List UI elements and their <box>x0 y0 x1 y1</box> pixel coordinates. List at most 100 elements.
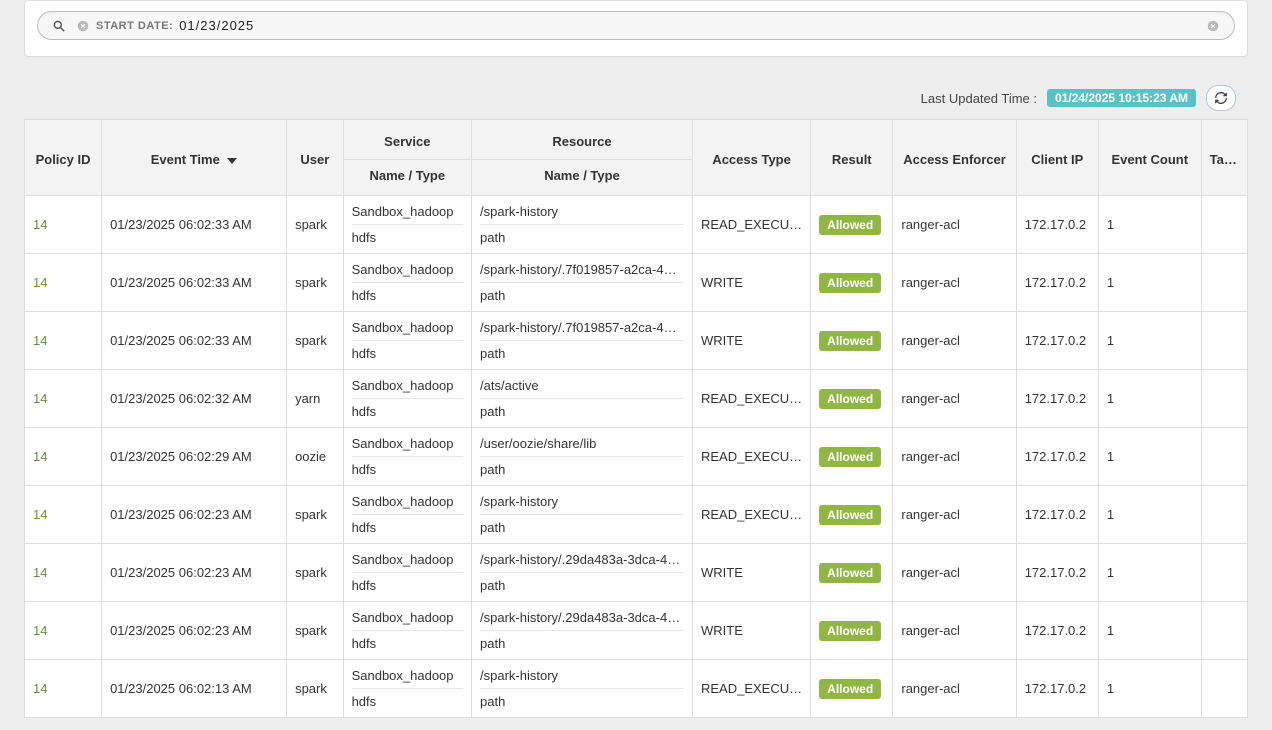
cell-user: spark <box>287 602 344 660</box>
result-badge: Allowed <box>819 331 881 351</box>
cell-tags <box>1201 660 1247 718</box>
cell-user: yarn <box>287 370 344 428</box>
resource-name: /spark-history/.7f019857-a2ca-4… <box>480 320 684 335</box>
cell-access-type: READ_EXECUTE <box>692 428 810 486</box>
col-event-count[interactable]: Event Count <box>1098 120 1201 196</box>
service-name: Sandbox_hadoop <box>352 668 463 683</box>
cell-user: spark <box>287 254 344 312</box>
cell-event-count: 1 <box>1098 196 1201 254</box>
cell-user: spark <box>287 196 344 254</box>
cell-result: Allowed <box>811 602 893 660</box>
chip-value: 01/23/2025 <box>179 18 254 33</box>
cell-event-time: 01/23/2025 06:02:13 AM <box>102 660 287 718</box>
cell-client-ip: 172.17.0.2 <box>1016 312 1098 370</box>
service-name: Sandbox_hadoop <box>352 262 463 277</box>
table-row[interactable]: 1401/23/2025 06:02:23 AMsparkSandbox_had… <box>25 486 1248 544</box>
service-name: Sandbox_hadoop <box>352 320 463 335</box>
cell-access-type: WRITE <box>692 602 810 660</box>
col-user[interactable]: User <box>287 120 344 196</box>
col-access-enforcer[interactable]: Access Enforcer <box>893 120 1016 196</box>
cell-enforcer: ranger-acl <box>893 660 1016 718</box>
col-tags[interactable]: Tags <box>1201 120 1247 196</box>
cell-policy-id: 14 <box>25 486 102 544</box>
table-row[interactable]: 1401/23/2025 06:02:23 AMsparkSandbox_had… <box>25 544 1248 602</box>
cell-service: Sandbox_hadoophdfs <box>343 602 471 660</box>
table-row[interactable]: 1401/23/2025 06:02:33 AMsparkSandbox_had… <box>25 196 1248 254</box>
resource-name: /spark-history/.7f019857-a2ca-4… <box>480 262 684 277</box>
policy-link[interactable]: 14 <box>33 449 47 464</box>
policy-link[interactable]: 14 <box>33 623 47 638</box>
cell-event-time: 01/23/2025 06:02:33 AM <box>102 312 287 370</box>
policy-link[interactable]: 14 <box>33 275 47 290</box>
filter-chip-start-date[interactable]: START DATE: 01/23/2025 <box>76 18 254 33</box>
table-row[interactable]: 1401/23/2025 06:02:33 AMsparkSandbox_had… <box>25 312 1248 370</box>
table-row[interactable]: 1401/23/2025 06:02:29 AMoozieSandbox_had… <box>25 428 1248 486</box>
result-badge: Allowed <box>819 505 881 525</box>
resource-type: path <box>480 456 684 477</box>
cell-resource: /spark-historypath <box>472 196 693 254</box>
policy-link[interactable]: 14 <box>33 217 47 232</box>
result-badge: Allowed <box>819 621 881 641</box>
cell-policy-id: 14 <box>25 312 102 370</box>
service-name: Sandbox_hadoop <box>352 552 463 567</box>
sort-desc-icon <box>227 158 237 164</box>
cell-policy-id: 14 <box>25 370 102 428</box>
col-client-ip[interactable]: Client IP <box>1016 120 1098 196</box>
cell-client-ip: 172.17.0.2 <box>1016 544 1098 602</box>
cell-event-count: 1 <box>1098 370 1201 428</box>
refresh-button[interactable] <box>1206 85 1236 111</box>
resource-type: path <box>480 282 684 303</box>
cell-event-count: 1 <box>1098 660 1201 718</box>
cell-enforcer: ranger-acl <box>893 428 1016 486</box>
cell-client-ip: 172.17.0.2 <box>1016 196 1098 254</box>
result-badge: Allowed <box>819 563 881 583</box>
policy-link[interactable]: 14 <box>33 565 47 580</box>
cell-access-type: READ_EXECUTE <box>692 486 810 544</box>
cell-enforcer: ranger-acl <box>893 312 1016 370</box>
filter-panel: START DATE: 01/23/2025 <box>24 0 1248 57</box>
cell-result: Allowed <box>811 486 893 544</box>
col-policy-id[interactable]: Policy ID <box>25 120 102 196</box>
policy-link[interactable]: 14 <box>33 681 47 696</box>
policy-link[interactable]: 14 <box>33 391 47 406</box>
resource-name: /spark-history <box>480 494 684 509</box>
col-access-type[interactable]: Access Type <box>692 120 810 196</box>
search-input[interactable]: START DATE: 01/23/2025 <box>37 11 1235 40</box>
cell-event-time: 01/23/2025 06:02:29 AM <box>102 428 287 486</box>
service-name: Sandbox_hadoop <box>352 610 463 625</box>
col-result[interactable]: Result <box>811 120 893 196</box>
cell-access-type: WRITE <box>692 544 810 602</box>
cell-result: Allowed <box>811 370 893 428</box>
cell-service: Sandbox_hadoophdfs <box>343 370 471 428</box>
cell-result: Allowed <box>811 196 893 254</box>
resource-type: path <box>480 340 684 361</box>
table-row[interactable]: 1401/23/2025 06:02:33 AMsparkSandbox_had… <box>25 254 1248 312</box>
clear-search-icon[interactable] <box>1206 19 1220 33</box>
cell-client-ip: 172.17.0.2 <box>1016 254 1098 312</box>
table-row[interactable]: 1401/23/2025 06:02:32 AMyarnSandbox_hado… <box>25 370 1248 428</box>
cell-client-ip: 172.17.0.2 <box>1016 602 1098 660</box>
table-row[interactable]: 1401/23/2025 06:02:23 AMsparkSandbox_had… <box>25 602 1248 660</box>
cell-tags <box>1201 428 1247 486</box>
cell-tags <box>1201 196 1247 254</box>
cell-event-count: 1 <box>1098 428 1201 486</box>
col-service-name-type[interactable]: Name / Type <box>343 160 471 196</box>
col-event-time[interactable]: Event Time <box>102 120 287 196</box>
col-resource-group: Resource <box>472 120 693 160</box>
result-badge: Allowed <box>819 447 881 467</box>
cell-policy-id: 14 <box>25 196 102 254</box>
service-name: Sandbox_hadoop <box>352 494 463 509</box>
cell-user: spark <box>287 660 344 718</box>
cell-user: oozie <box>287 428 344 486</box>
table-row[interactable]: 14 01/23/2025 06:02:13 AMspark Sandbox_had… <box>25 660 1248 718</box>
cell-policy-id: 14 <box>25 602 102 660</box>
cell-enforcer: ranger-acl <box>893 254 1016 312</box>
result-badge: Allowed <box>819 215 881 235</box>
cell-tags <box>1201 602 1247 660</box>
policy-link[interactable]: 14 <box>33 333 47 348</box>
col-resource-name-type[interactable]: Name / Type <box>472 160 693 196</box>
cell-enforcer: ranger-acl <box>893 602 1016 660</box>
resource-name: /user/oozie/share/lib <box>480 436 684 451</box>
policy-link[interactable]: 14 <box>33 507 47 522</box>
remove-chip-icon[interactable] <box>76 19 90 33</box>
